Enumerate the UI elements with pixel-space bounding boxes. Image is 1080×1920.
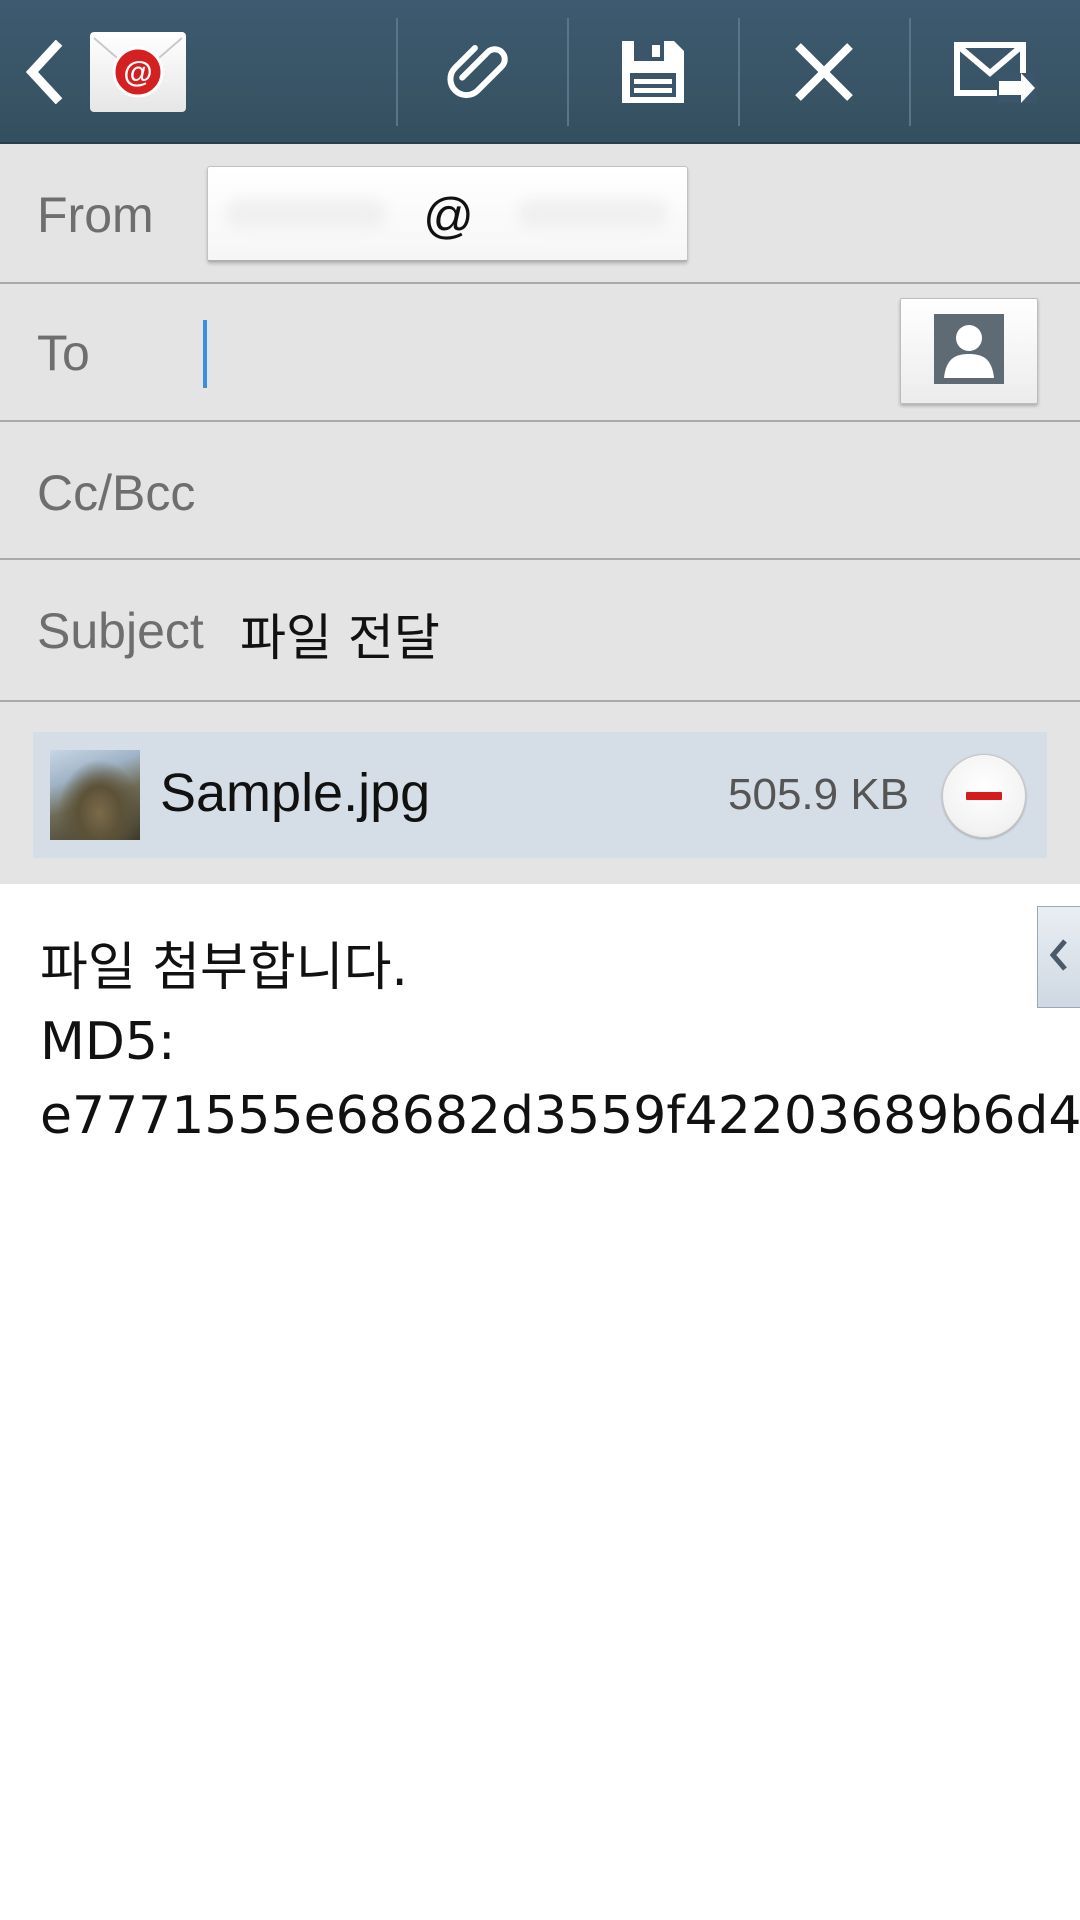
attachment-file-name: Sample.jpg xyxy=(160,763,431,823)
to-input[interactable] xyxy=(200,298,880,404)
subject-row: Subject 파일 전달 xyxy=(0,560,1080,702)
attachment-area: Sample.jpg 505.9 KB xyxy=(0,702,1080,884)
text-cursor xyxy=(203,320,207,388)
body-line: 파일 첨부합니다. xyxy=(40,938,408,998)
send-mail-icon xyxy=(953,39,1037,105)
body-text[interactable]: 파일 첨부합니다. MD5: e7771555e68682d3559f4220368… xyxy=(40,931,1080,1153)
attachment-file-size: 505.9 KB xyxy=(728,770,910,819)
from-account-selector[interactable]: @ xyxy=(207,166,688,262)
save-icon xyxy=(618,37,688,107)
cc-bcc-label: Cc/Bcc xyxy=(37,465,196,521)
send-button[interactable] xyxy=(911,0,1079,144)
remove-attachment-button[interactable] xyxy=(942,754,1026,838)
chevron-left-icon[interactable] xyxy=(24,39,64,105)
contact-picker-icon xyxy=(934,314,1004,388)
to-label: To xyxy=(37,325,90,381)
chevron-left-icon xyxy=(1049,937,1069,977)
cc-bcc-row[interactable]: Cc/Bcc xyxy=(0,422,1080,560)
close-icon xyxy=(792,40,856,104)
to-row: To xyxy=(0,284,1080,422)
discard-button[interactable] xyxy=(740,0,908,144)
action-bar: @ xyxy=(0,0,1080,144)
save-button[interactable] xyxy=(569,0,737,144)
body-line: e7771555e68682d3559f42203689b6d4 xyxy=(40,1086,1080,1146)
subject-input[interactable]: 파일 전달 xyxy=(240,598,440,670)
email-app-icon[interactable]: @ xyxy=(90,32,186,112)
app-icon-glyph: @ xyxy=(123,56,152,89)
attachment-item[interactable]: Sample.jpg 505.9 KB xyxy=(33,732,1047,858)
paperclip-icon xyxy=(442,32,522,112)
from-row: From @ xyxy=(0,144,1080,284)
message-body[interactable]: 파일 첨부합니다. MD5: e7771555e68682d3559f4220368… xyxy=(0,884,1080,1920)
remove-icon xyxy=(966,792,1002,800)
contact-picker-button[interactable] xyxy=(900,298,1038,404)
from-value: @ xyxy=(423,188,474,244)
attach-button[interactable] xyxy=(398,0,566,144)
attachment-thumbnail xyxy=(50,750,140,840)
side-panel-tab[interactable] xyxy=(1037,906,1080,1008)
subject-label: Subject xyxy=(37,603,204,659)
from-label: From xyxy=(37,187,154,243)
body-line: MD5: xyxy=(40,1012,176,1072)
